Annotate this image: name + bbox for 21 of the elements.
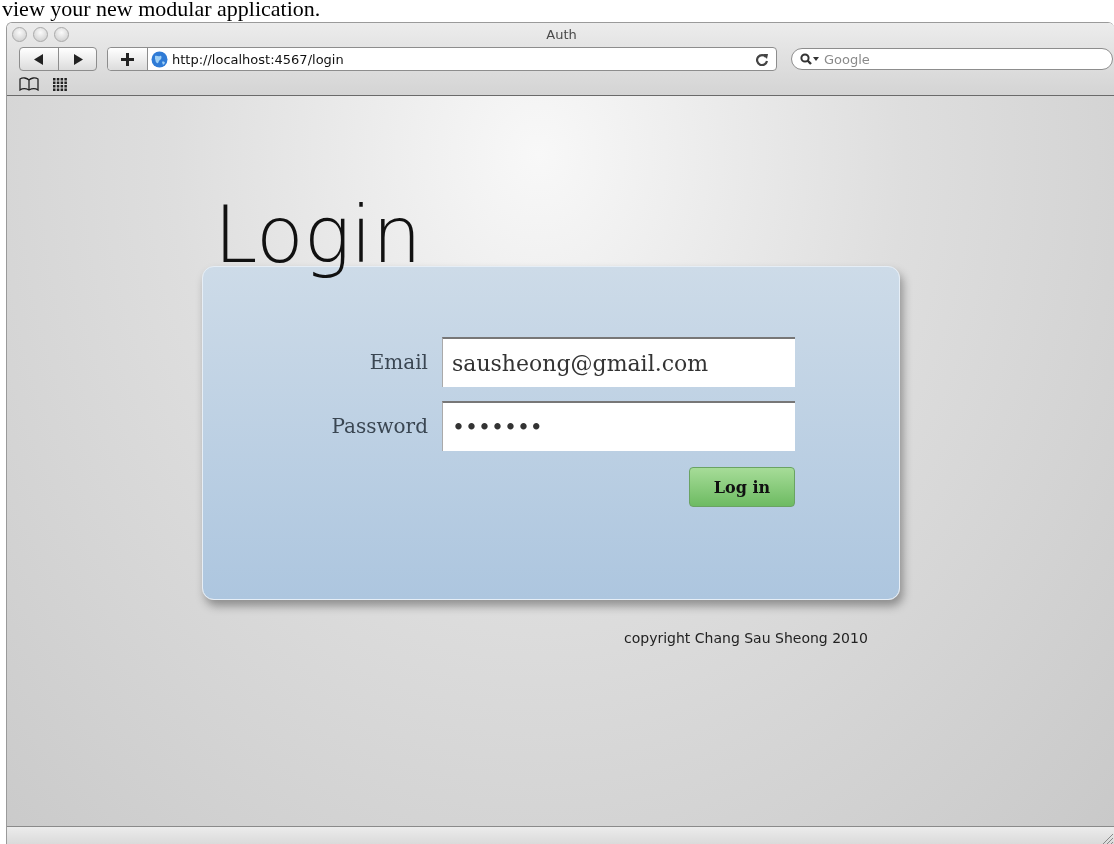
plus-icon	[121, 52, 134, 66]
add-bookmark-button[interactable]	[108, 48, 148, 70]
input-field[interactable]: sausheong@gmail.com	[442, 337, 795, 387]
input-field[interactable]: •••••••	[442, 401, 795, 451]
address-field[interactable]: http://localhost:4567/login	[107, 47, 777, 71]
field-label: Email	[369, 350, 428, 374]
caption-text: view your new modular application.	[1, 0, 322, 20]
search-icon	[800, 52, 820, 66]
copyright-text: copyright Chang Sau Sheong 2010	[624, 630, 868, 646]
reload-icon	[756, 52, 768, 66]
globe-icon	[151, 50, 168, 68]
login-button[interactable]: Log in	[689, 467, 795, 507]
page-heading: Login	[213, 192, 422, 278]
url-text: http://localhost:4567/login	[171, 51, 345, 67]
grid-icon[interactable]	[53, 77, 67, 91]
window-title: Auth	[545, 26, 578, 42]
book-icon[interactable]	[19, 77, 39, 91]
right-arrow-icon	[72, 53, 83, 65]
left-arrow-icon	[34, 53, 44, 65]
field-label: Password	[331, 414, 428, 438]
resize-grip-icon[interactable]	[1102, 833, 1114, 844]
